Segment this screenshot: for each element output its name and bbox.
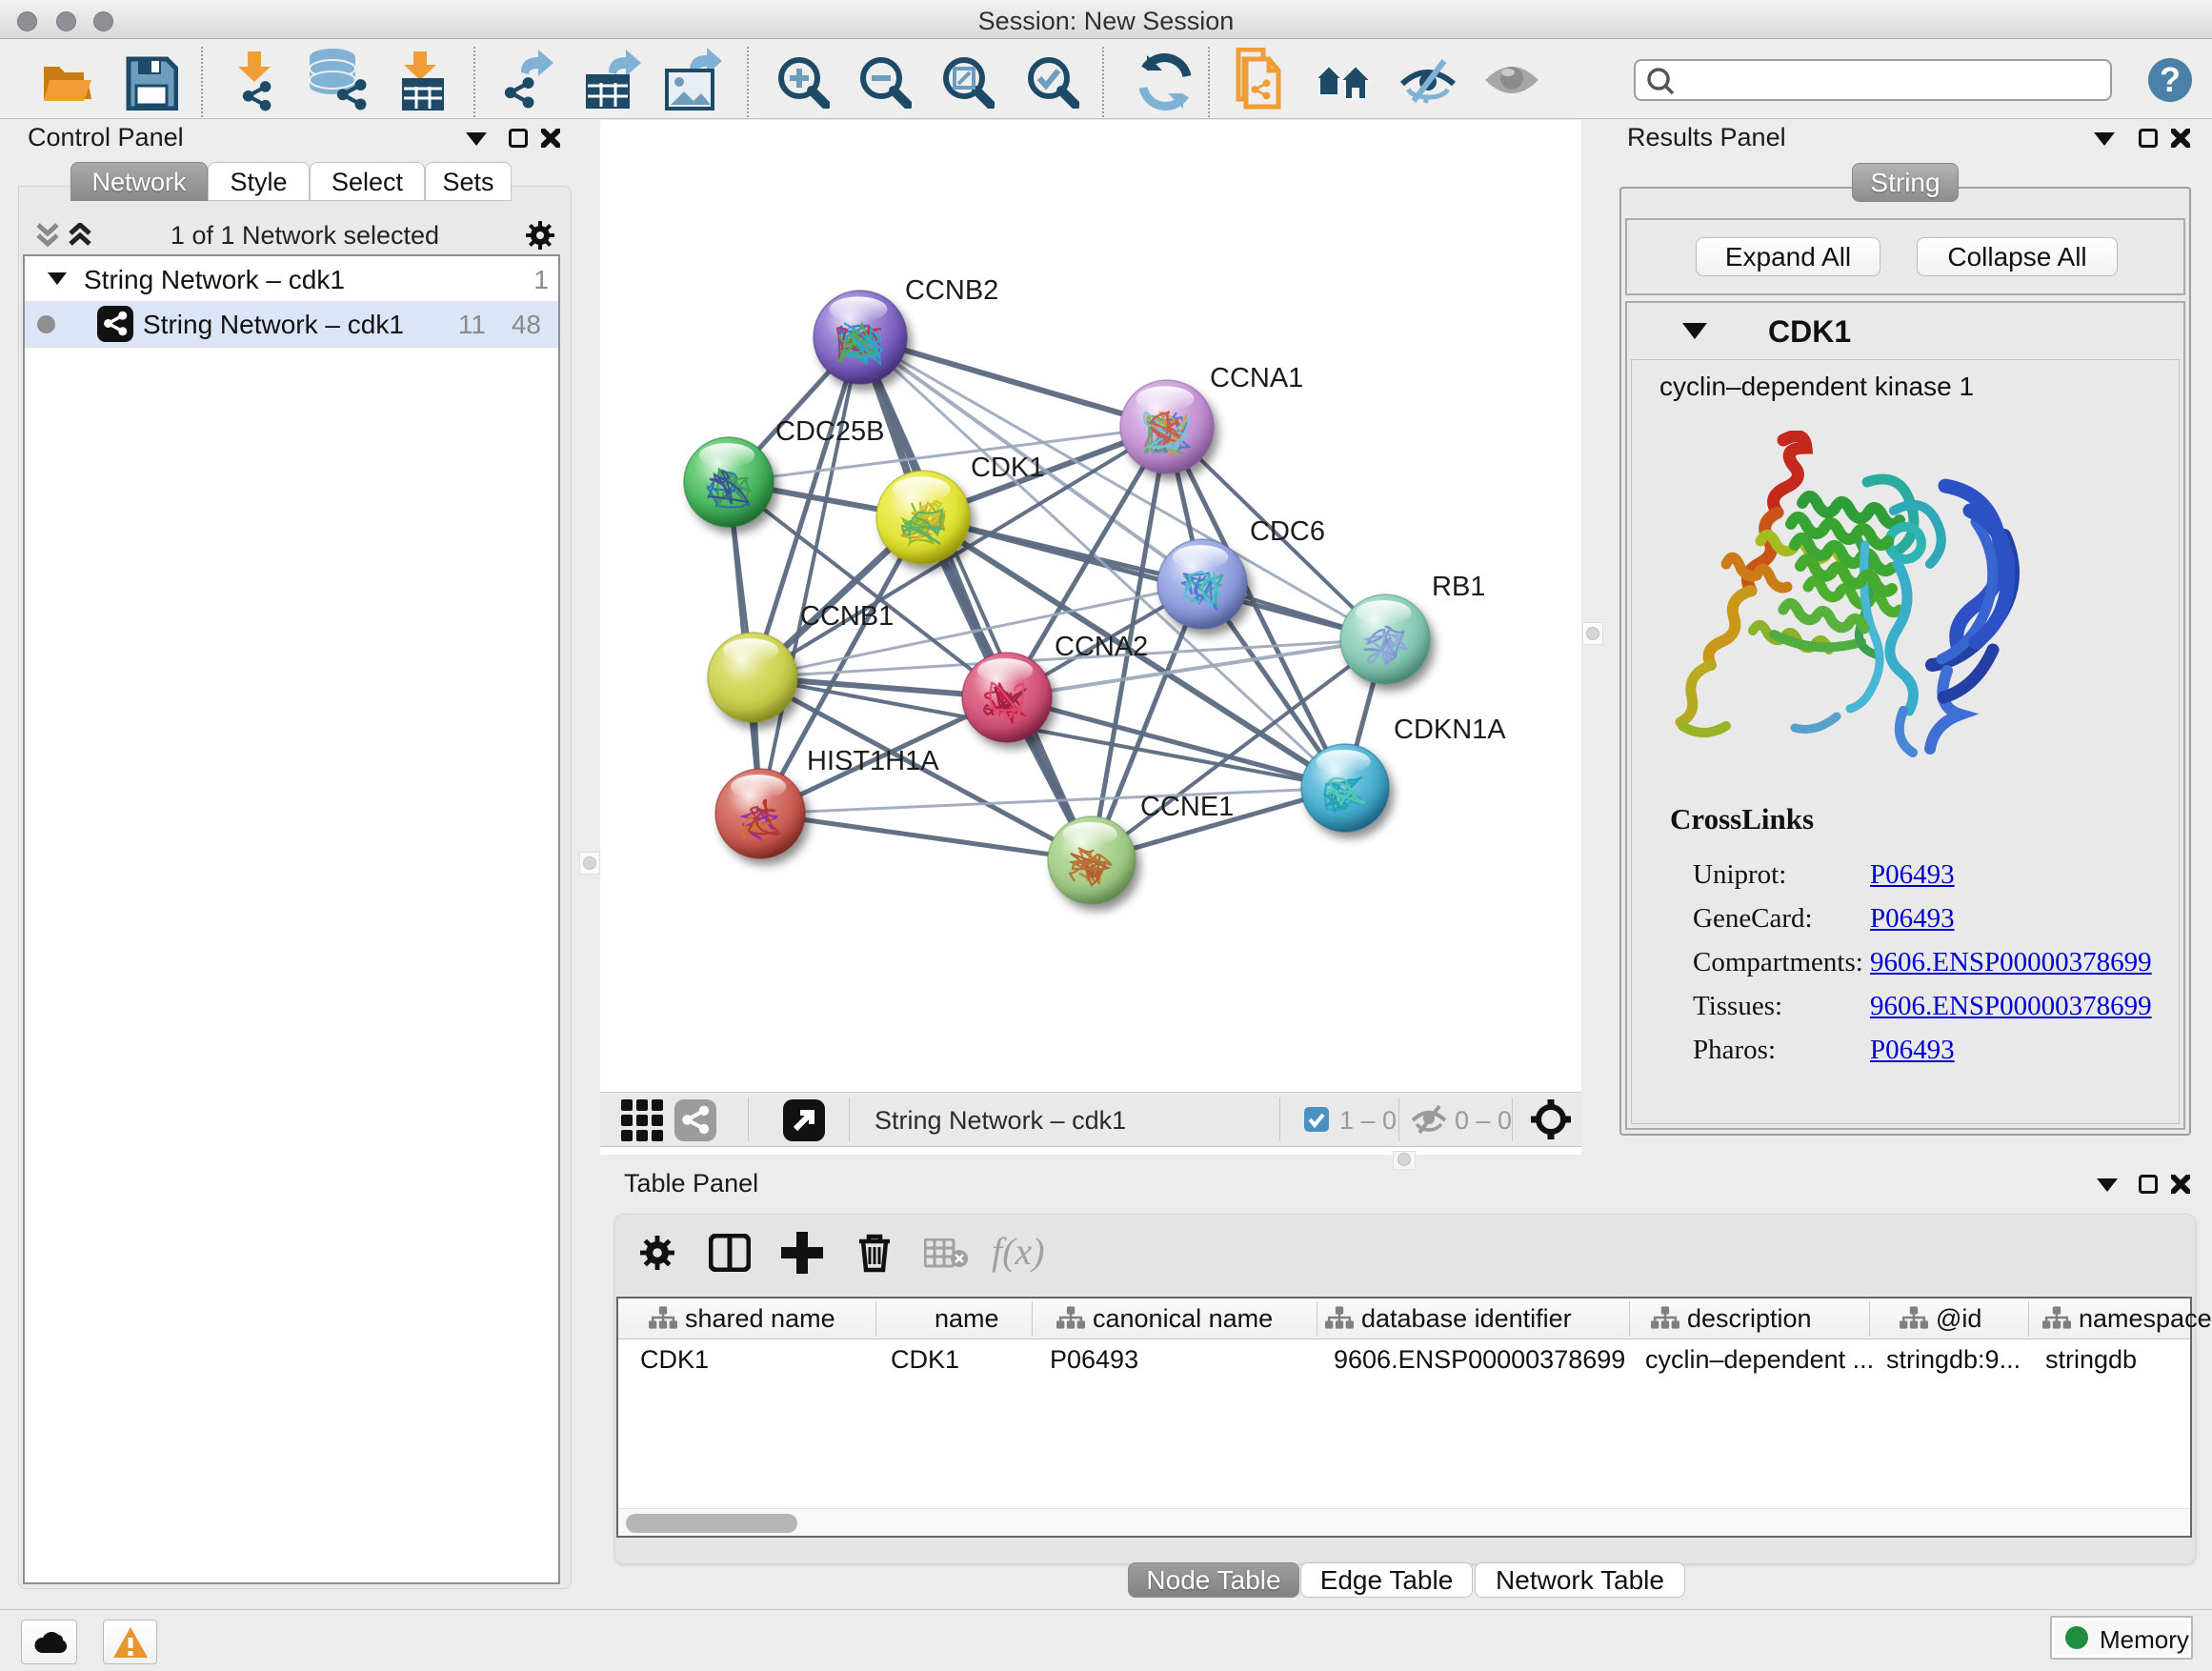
svg-text:RB1: RB1: [1432, 572, 1485, 602]
svg-text:CDKN1A: CDKN1A: [1394, 715, 1506, 745]
svg-text:CDC6: CDC6: [1250, 516, 1325, 547]
svg-text:CDK1: CDK1: [971, 453, 1044, 483]
svg-text:CCNB1: CCNB1: [800, 601, 894, 632]
svg-text:HIST1H1A: HIST1H1A: [807, 746, 939, 776]
svg-text:CDC25B: CDC25B: [775, 416, 884, 447]
svg-text:?: ?: [2160, 60, 2181, 99]
svg-text:CCNA1: CCNA1: [1210, 363, 1303, 393]
svg-text:CCNE1: CCNE1: [1140, 792, 1234, 822]
svg-text:CCNA2: CCNA2: [1055, 632, 1148, 662]
svg-text:CCNB2: CCNB2: [905, 275, 998, 306]
